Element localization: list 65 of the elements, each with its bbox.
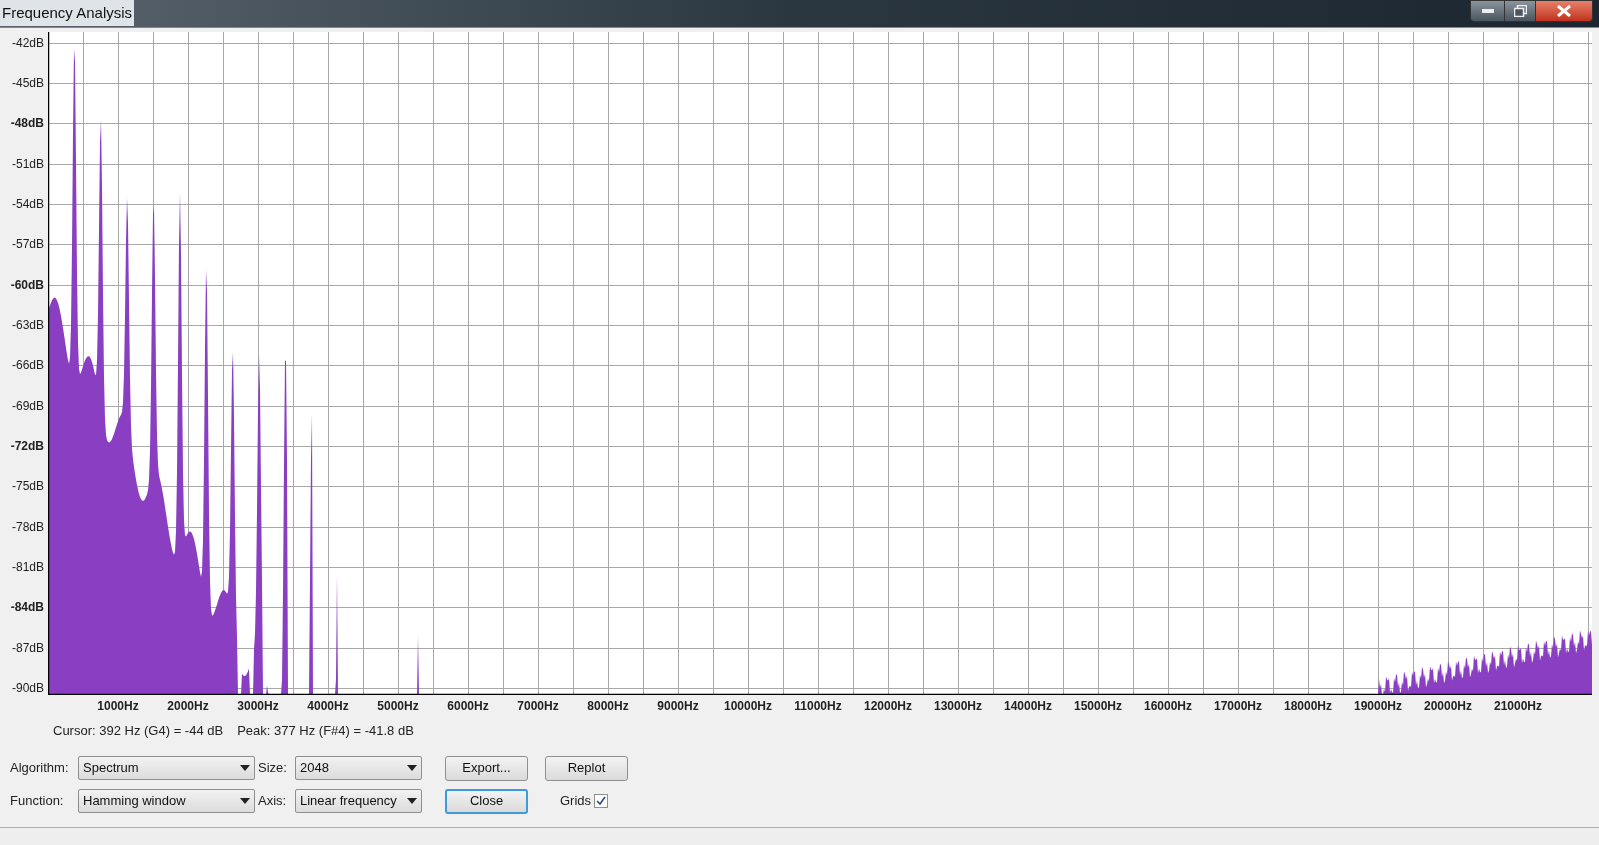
dropdown[interactable]: Spectrum (78, 756, 255, 780)
x-axis-label: 13000Hz (934, 698, 982, 715)
x-axis-label: 19000Hz (1354, 698, 1402, 715)
field-label: Size: (258, 759, 288, 778)
dropdown[interactable]: Linear frequency (295, 789, 422, 813)
x-axis-label: 11000Hz (794, 698, 842, 715)
x-axis-label: 12000Hz (864, 698, 912, 715)
minimize-icon (1481, 9, 1494, 13)
field-label: Function: (10, 792, 65, 811)
y-axis-label: -48dB (10, 116, 44, 131)
export-button[interactable]: Export... (445, 755, 528, 781)
x-axis-label: 1000Hz (97, 698, 139, 715)
x-axis-label: 14000Hz (1004, 698, 1052, 715)
grids-checkbox[interactable] (594, 794, 609, 808)
x-axis-label: 10000Hz (724, 698, 772, 715)
y-axis-label: -51dB (11, 156, 44, 171)
x-axis-label: 8000Hz (587, 698, 629, 715)
y-axis-label: -84dB (10, 600, 44, 615)
x-axis-label: 3000Hz (237, 698, 279, 715)
window-title: Frequency Analysis (0, 0, 135, 26)
dropdown[interactable]: Hamming window (78, 789, 255, 813)
x-axis-label: 16000Hz (1144, 698, 1192, 715)
close-window-button[interactable] (1535, 0, 1593, 22)
x-axis-label: 7000Hz (517, 698, 559, 715)
checkmark-icon (596, 796, 607, 806)
field-label: Algorithm: (10, 759, 70, 778)
y-axis-label: -69dB (11, 398, 44, 413)
y-axis-label: -66dB (11, 358, 44, 373)
x-axis-label: 4000Hz (307, 698, 349, 715)
x-axis-label: 15000Hz (1074, 698, 1122, 715)
y-axis-label: -72dB (10, 438, 44, 453)
y-axis-label: -90dB (11, 680, 44, 695)
y-axis-label: -54dB (11, 197, 44, 212)
minimize-button[interactable] (1470, 0, 1505, 22)
y-axis-label: -63dB (11, 318, 44, 332)
close-icon (1557, 5, 1571, 17)
y-axis-label: -42dB (11, 35, 44, 50)
x-axis-label: 5000Hz (377, 698, 419, 715)
restore-button[interactable] (1505, 0, 1535, 22)
y-axis-label: -45dB (11, 76, 44, 91)
y-axis-label: -87dB (11, 640, 44, 655)
x-axis-label: 21000Hz (1494, 698, 1542, 715)
caret-icon (407, 765, 417, 771)
caret-icon (407, 798, 417, 804)
y-axis-label: -57dB (11, 237, 44, 252)
grids-label: Grids (560, 792, 592, 811)
caret-icon (240, 798, 250, 804)
x-axis-label: 9000Hz (657, 698, 699, 715)
y-axis-label: -81dB (11, 559, 44, 574)
field-label: Axis: (258, 792, 288, 811)
x-axis-label: 20000Hz (1424, 698, 1472, 715)
x-axis-label: 6000Hz (447, 698, 489, 715)
y-axis-label: -78dB (11, 519, 44, 534)
caret-icon (240, 765, 250, 771)
y-axis-label: -75dB (11, 479, 44, 494)
peak-readout: Peak: 377 Hz (F#4) = -41.8 dB (237, 722, 414, 740)
replot-button[interactable]: Replot (545, 755, 628, 781)
restore-icon (1513, 5, 1527, 17)
y-axis-label: -60dB (10, 277, 44, 292)
close-button[interactable]: Close (445, 788, 528, 814)
x-axis-label: 18000Hz (1284, 698, 1332, 715)
x-axis-label: 17000Hz (1214, 698, 1262, 715)
dropdown[interactable]: 2048 (295, 756, 422, 780)
cursor-readout: Cursor: 392 Hz (G4) = -44 dB (53, 722, 224, 740)
x-axis-label: 2000Hz (167, 698, 209, 715)
